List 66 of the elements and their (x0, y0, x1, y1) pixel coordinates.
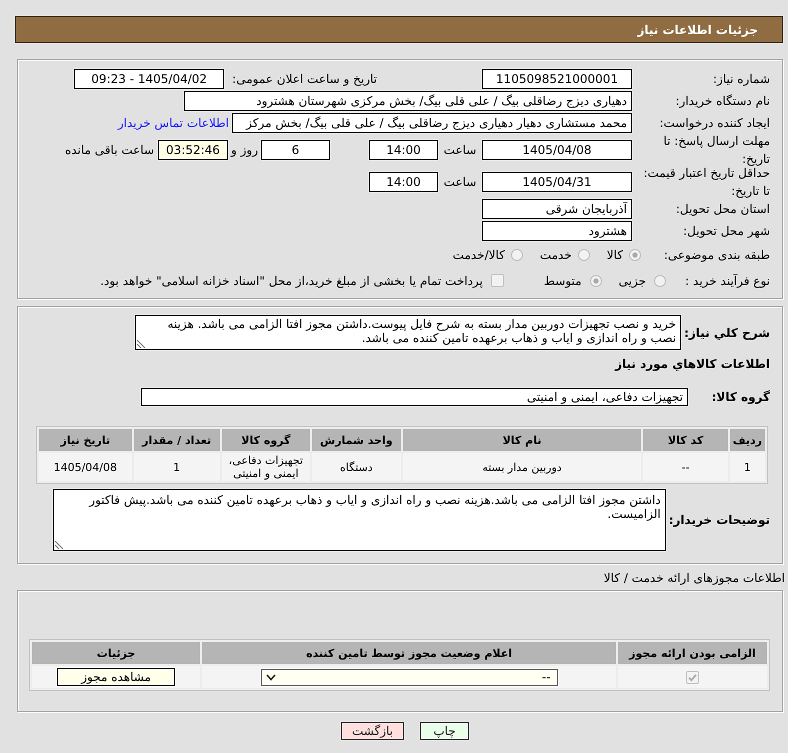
table-cell: -- (643, 453, 728, 481)
view-permit-button[interactable]: مشاهده مجوز (57, 668, 176, 686)
province-field[interactable]: آذربایجان شرقی (482, 199, 632, 219)
field-label: استان محل تحویل: (676, 202, 770, 216)
page-title: جزئیات اطلاعات نیاز (637, 22, 758, 36)
section-title: اطلاعات مجوزهای ارائه خدمت / کالا (604, 570, 785, 586)
resize-grip-icon[interactable] (55, 541, 63, 549)
column-header: تعداد / مقدار (134, 429, 220, 451)
table-cell: تجهیزات دفاعی، ایمنی و امنیتی (222, 453, 310, 481)
contact-link[interactable]: اطلاعات تماس خریدار (118, 116, 229, 130)
print-button[interactable]: چاپ (420, 722, 469, 740)
field-label: ساعت (444, 175, 476, 189)
column-header: نام کالا (402, 429, 642, 451)
need-number-field[interactable]: 1105098521000001 (482, 69, 632, 89)
field-label: ساعت (444, 143, 476, 157)
validity-date-field[interactable]: 1405/04/31 (482, 172, 632, 192)
radio-label: کالا/خدمت (452, 248, 505, 262)
column-header: گروه کالا (222, 429, 310, 451)
table-cell: دستگاه (312, 453, 401, 481)
back-button[interactable]: بازگشت (341, 722, 404, 740)
deadline-time-field[interactable]: 14:00 (369, 140, 438, 160)
chevron-down-icon (266, 674, 276, 680)
radio-label: خدمت (540, 248, 572, 262)
city-field[interactable]: هشترود (482, 221, 632, 241)
column-header: کد کالا (643, 429, 728, 451)
radio-label: کالا (606, 248, 623, 262)
table-cell: 1 (730, 453, 765, 481)
column-header: اعلام وضعیت مجوز توسط تامین کننده (202, 642, 616, 664)
field-label: طبقه بندی موضوعی: (664, 248, 770, 262)
field-label: توضیحات خریدار: (668, 513, 770, 527)
column-header: واحد شمارش (312, 429, 401, 451)
section-title: اطلاعات کالاهاي مورد نیاز (615, 356, 770, 372)
days-field[interactable]: 6 (261, 140, 330, 160)
field-label: شهر محل تحویل: (683, 224, 770, 238)
column-header: الزامی بودن ارائه مجوز (618, 642, 767, 664)
field-label: گروه کالا: (712, 390, 770, 404)
validity-time-field[interactable]: 14:00 (369, 172, 438, 192)
table-cell: دوربین مدار بسته (402, 453, 642, 481)
checkbox-label: پرداخت تمام یا بخشی از مبلغ خرید،از محل "اسناد خزانه اسلامی" خواهد بود. (100, 274, 483, 288)
field-label: نوع فرآیند خرید : (685, 274, 770, 288)
field-label: ایجاد کننده درخواست: (659, 116, 770, 130)
field-label: روز و (231, 143, 258, 157)
radio-label: جزیی (618, 274, 646, 288)
buyer-org-field[interactable]: دهیاری دیزج رضاقلی بیگ / علی قلی بیگ/ بخش مرکزی شهرستان هشترود (184, 91, 632, 111)
field-label: نام دستگاه خریدار: (676, 94, 770, 108)
resize-grip-icon[interactable] (137, 340, 145, 348)
column-header: تاریخ نیاز (39, 429, 132, 451)
goods-group-field[interactable]: تجهیزات دفاعی، ایمنی و امنیتی (141, 388, 688, 406)
requester-field[interactable]: محمد مستشاری دهیار دهیاری دیزج رضاقلی بیگ / علی قلی بیگ/ بخش مرکز (232, 113, 632, 133)
field-label: ساعت باقی مانده (64, 143, 154, 157)
radio-label: متوسط (544, 274, 582, 288)
column-header: جزئیات (32, 642, 200, 664)
remaining-time-field[interactable]: 03:52:46 (158, 140, 228, 160)
field-label: حداقل تاریخ اعتبار قیمت: تا تاریخ: (643, 166, 770, 198)
description-field[interactable]: خرید و نصب تجهیزات دوربین مدار بسته به شرح فایل پیوست.داشتن مجوز افتا الزامی می باشد. هزینه نصب و راه اندازی و ایاب و ذهاب برعهده تامین کننده می باشد. (135, 315, 682, 350)
field-label: تاریخ و ساعت اعلان عمومی: (232, 72, 377, 86)
status-select[interactable]: -- (260, 668, 558, 686)
field-label: شرح کلي نیاز: (684, 326, 770, 340)
table-cell: 1405/04/08 (39, 453, 132, 481)
field-label: شماره نیاز: (713, 72, 770, 86)
field-label: مهلت ارسال پاسخ: تا تاریخ: (663, 134, 770, 166)
announcement-date-field[interactable]: 1405/04/02 - 09:23 (74, 69, 224, 89)
buyer-notes-field[interactable]: داشتن مجوز افتا الزامی می باشد.هزینه نصب و راه اندازی و ایاب و ذهاب برعهده تامین کننده می باشد.پیش فاکتور الزامیست. (53, 489, 666, 551)
deadline-date-field[interactable]: 1405/04/08 (482, 140, 632, 160)
column-header: ردیف (730, 429, 765, 451)
table-cell: 1 (134, 453, 220, 481)
